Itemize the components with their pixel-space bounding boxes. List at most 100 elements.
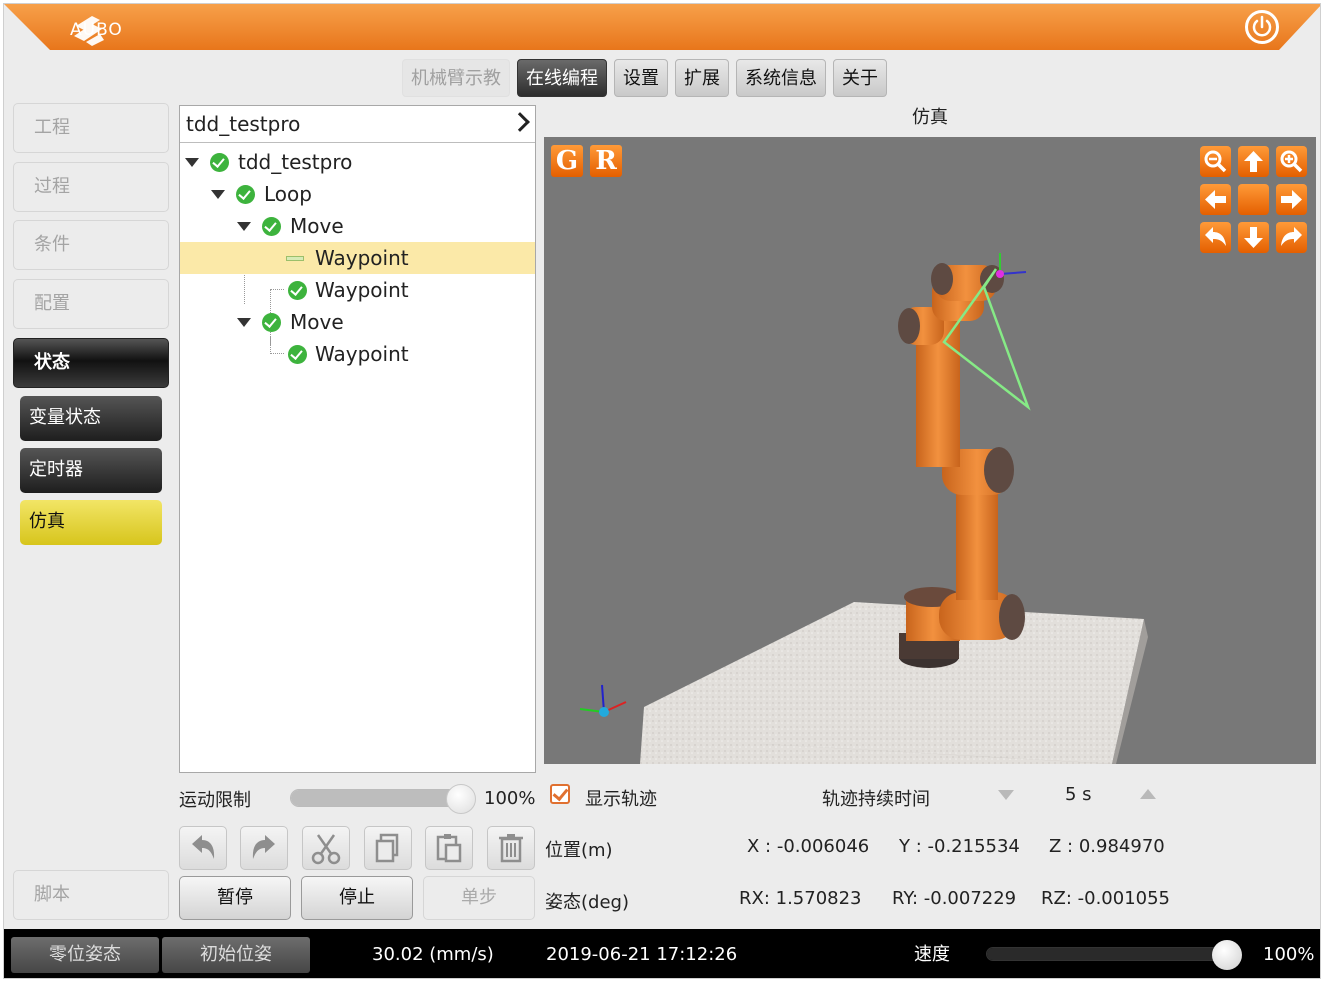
motion-limit-label: 运动限制 <box>179 790 251 811</box>
arrow-right-icon[interactable] <box>1276 184 1307 215</box>
g-button[interactable]: G <box>551 145 583 177</box>
sidebar-item-config[interactable]: 配置 <box>13 279 169 329</box>
decrease-duration-button[interactable] <box>998 790 1014 800</box>
simulation-viewport[interactable]: G R <box>544 137 1316 764</box>
copy-icon[interactable] <box>364 826 412 870</box>
tree-node-label: Move <box>290 310 344 334</box>
show-trace-label: 显示轨迹 <box>585 789 657 810</box>
init-pose-button[interactable]: 初始位姿 <box>162 937 310 973</box>
orientation-ry: RY: -0.007229 <box>892 888 1017 909</box>
position-z: Z : 0.984970 <box>1049 836 1165 857</box>
speed-fill <box>987 948 1225 960</box>
check-circle-icon <box>210 153 229 172</box>
check-circle-icon <box>288 281 307 300</box>
tree-node-loop[interactable]: Loop <box>180 178 535 210</box>
sidebar-item-condition[interactable]: 条件 <box>13 220 169 270</box>
zoom-in-icon[interactable] <box>1276 146 1307 177</box>
orientation-label: 姿态(deg) <box>545 892 629 913</box>
r-button[interactable]: R <box>590 145 622 177</box>
aubo-logo-mark <box>74 16 104 46</box>
sidebar-item-project[interactable]: 工程 <box>13 103 169 153</box>
sidebar-item-script[interactable]: 脚本 <box>13 870 169 920</box>
tab-about[interactable]: 关于 <box>833 59 887 97</box>
position-label: 位置(m) <box>545 840 613 861</box>
power-button[interactable] <box>1245 10 1279 44</box>
tab-settings[interactable]: 设置 <box>614 59 668 97</box>
sidebar-sub-variable-status[interactable]: 变量状态 <box>20 396 162 441</box>
tree-node-move[interactable]: Move <box>180 210 535 242</box>
undo-icon[interactable] <box>179 826 227 870</box>
rotate-right-icon[interactable] <box>1276 222 1307 253</box>
sidebar-item-status[interactable]: 状态 <box>13 338 169 388</box>
check-circle-icon <box>262 217 281 236</box>
status-bar: 零位姿态 初始位姿 30.02 (mm/s) 2019-06-21 17:12:… <box>4 929 1320 978</box>
tree-node-waypoint-selected[interactable]: Waypoint <box>180 242 535 274</box>
chevron-right-icon[interactable] <box>510 112 530 132</box>
aubo-logo: AUBO <box>70 12 123 48</box>
power-icon <box>1252 15 1272 37</box>
sidebar-sub-timer[interactable]: 定时器 <box>20 448 162 493</box>
expand-triangle-icon[interactable] <box>237 222 251 231</box>
arrow-down-icon[interactable] <box>1238 222 1269 253</box>
header-banner <box>4 4 1320 50</box>
check-circle-icon <box>262 313 281 332</box>
header-bar: AUBO <box>4 4 1320 54</box>
floor-plate <box>640 602 1144 764</box>
motion-limit-fill <box>291 790 459 806</box>
check-circle-icon <box>236 185 255 204</box>
increase-duration-button[interactable] <box>1140 789 1156 799</box>
paste-icon[interactable] <box>425 826 473 870</box>
zoom-out-icon[interactable] <box>1200 146 1231 177</box>
arrow-left-icon[interactable] <box>1200 184 1231 215</box>
expand-triangle-icon[interactable] <box>237 318 251 327</box>
tree-header[interactable]: tdd_testpro <box>180 106 535 143</box>
datetime: 2019-06-21 17:12:26 <box>546 944 738 965</box>
rotate-left-icon[interactable] <box>1200 222 1231 253</box>
stop-button[interactable]: 停止 <box>301 876 413 920</box>
tab-system-info[interactable]: 系统信息 <box>736 59 826 97</box>
speed-slider-handle[interactable] <box>1212 940 1242 970</box>
tree-node-waypoint[interactable]: Waypoint <box>180 338 535 370</box>
tab-teach[interactable]: 机械臂示教 <box>402 59 510 97</box>
main-tabs: 机械臂示教 在线编程 设置 扩展 系统信息 关于 <box>402 59 887 97</box>
expand-triangle-icon[interactable] <box>185 158 199 167</box>
speed-slider[interactable] <box>986 947 1226 961</box>
zero-pose-button[interactable]: 零位姿态 <box>11 937 159 973</box>
position-x: X : -0.006046 <box>747 836 870 857</box>
tab-extensions[interactable]: 扩展 <box>675 59 729 97</box>
motion-limit-handle[interactable] <box>446 784 476 814</box>
motion-limit-value: 100% <box>484 788 536 809</box>
cut-icon[interactable] <box>302 826 350 870</box>
tree-node-label: Loop <box>264 182 312 206</box>
tree-node-root[interactable]: tdd_testpro <box>180 146 535 178</box>
tree-node-move[interactable]: Move <box>180 306 535 338</box>
tree-node-label: Waypoint <box>315 342 409 366</box>
arrow-up-icon[interactable] <box>1238 146 1269 177</box>
delete-icon[interactable] <box>487 826 535 870</box>
center-view-button[interactable] <box>1238 184 1269 215</box>
tree-node-label: Waypoint <box>315 278 409 302</box>
expand-triangle-icon[interactable] <box>211 190 225 199</box>
check-circle-icon <box>288 345 307 364</box>
tree-node-waypoint[interactable]: Waypoint <box>180 274 535 306</box>
sim-title: 仿真 <box>912 107 948 128</box>
app-window: AUBO 机械臂示教 在线编程 设置 扩展 系统信息 关于 工程 过程 条件 配… <box>3 3 1321 979</box>
tree-node-label: Move <box>290 214 344 238</box>
sidebar-sub-simulation[interactable]: 仿真 <box>20 500 162 545</box>
motion-limit-slider[interactable] <box>290 789 460 807</box>
tree-node-label: tdd_testpro <box>238 150 353 174</box>
orientation-rx: RX: 1.570823 <box>739 888 862 909</box>
tree-header-title: tdd_testpro <box>186 112 301 136</box>
step-button[interactable]: 单步 <box>423 876 535 920</box>
speed-label: 速度 <box>914 944 950 965</box>
show-trace-checkbox[interactable] <box>550 784 570 804</box>
redo-icon[interactable] <box>240 826 288 870</box>
sidebar-item-procedure[interactable]: 过程 <box>13 162 169 212</box>
speed-value: 100% <box>1263 944 1315 965</box>
position-y: Y : -0.215534 <box>899 836 1020 857</box>
trace-duration-label: 轨迹持续时间 <box>822 789 930 810</box>
speed-readout: 30.02 (mm/s) <box>372 944 494 965</box>
pause-button[interactable]: 暂停 <box>179 876 291 920</box>
tab-online-programming[interactable]: 在线编程 <box>517 59 607 97</box>
program-tree: tdd_testpro tdd_testpro Loop Move Waypoi… <box>179 105 536 773</box>
